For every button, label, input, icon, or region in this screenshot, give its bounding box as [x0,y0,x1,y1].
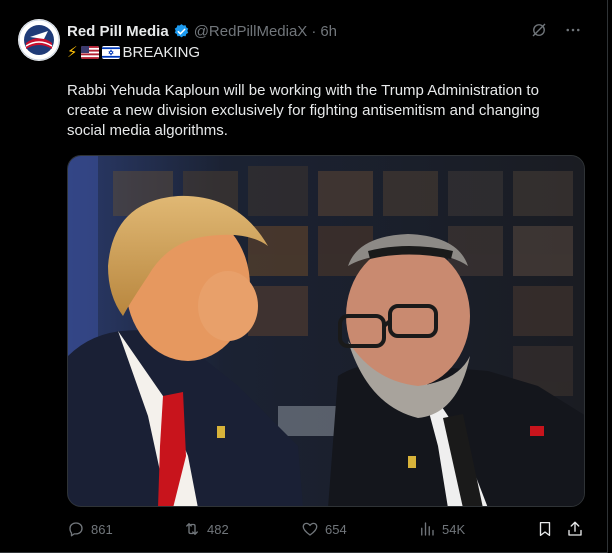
tweet-top-actions [529,20,583,40]
israel-flag-icon [101,45,120,59]
more-icon[interactable] [563,20,583,40]
repost-button[interactable]: 482 [183,518,229,540]
tweet-card[interactable]: Red Pill Media @RedPillMediaX · 6h ⚡ BRE… [0,0,608,553]
like-count: 654 [325,521,347,537]
grok-icon[interactable] [529,20,549,40]
display-name[interactable]: Red Pill Media [67,23,169,40]
repost-icon [186,523,198,535]
reply-icon [69,522,83,537]
us-flag-icon [80,45,99,59]
tweet-header: Red Pill Media @RedPillMediaX · 6h [67,20,337,42]
tweet-photo[interactable] [67,155,585,507]
like-button[interactable]: 654 [301,518,347,540]
share-button[interactable] [566,518,584,540]
share-icon [568,521,582,536]
lightning-emoji: ⚡ [67,44,78,61]
views-icon [421,522,434,536]
repost-count: 482 [207,521,229,537]
like-icon [302,522,318,536]
handle[interactable]: @RedPillMediaX [194,23,308,40]
separator: · [311,22,317,40]
views-button[interactable]: 54K [418,518,465,540]
breaking-line: ⚡ BREAKING [67,41,200,63]
verified-badge-icon [173,23,190,40]
views-count: 54K [442,521,466,537]
reply-button[interactable]: 861 [67,518,113,540]
bookmark-button[interactable] [536,518,554,540]
breaking-label: BREAKING [122,43,201,61]
avatar[interactable] [18,19,60,61]
tweet-body: Rabbi Yehuda Kaploun will be working wit… [67,82,540,139]
timestamp[interactable]: 6h [320,23,337,40]
bookmark-icon [539,521,551,537]
tweet-actions: 861 482 654 54K [67,518,587,540]
reply-count: 861 [91,521,113,537]
